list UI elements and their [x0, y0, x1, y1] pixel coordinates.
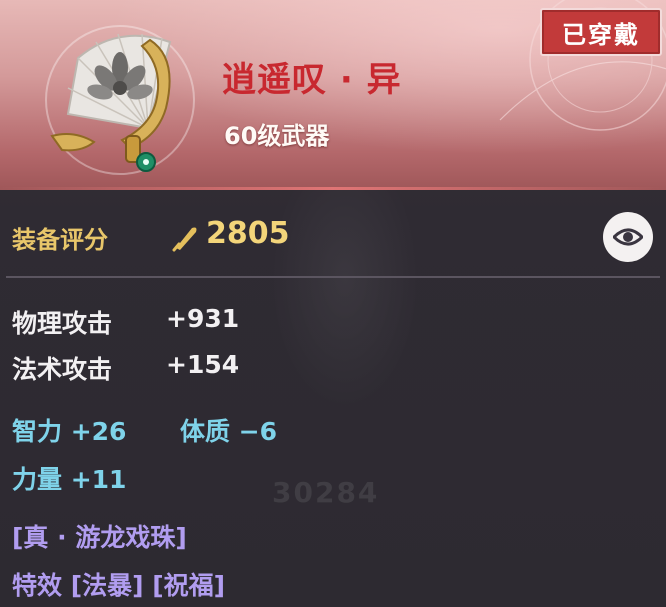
section-divider — [6, 276, 660, 278]
strength-stat: 力量 +11 — [12, 465, 127, 494]
equipped-status-badge: 已穿戴 — [540, 8, 662, 56]
fan-weapon-icon — [45, 25, 195, 175]
view-appearance-button[interactable] — [603, 212, 653, 262]
intelligence-stat: 智力 +26 — [12, 417, 127, 446]
background-faded-score: 30284 — [272, 476, 380, 509]
equipment-score-row: 装备评分 2805 — [12, 214, 662, 262]
physical-attack-value: +931 — [166, 304, 240, 333]
magic-attack-label: 法术攻击 — [12, 355, 113, 384]
eye-icon — [613, 228, 643, 246]
item-tooltip-panel: 逍遥叹 · 异 60级武器 已穿戴 30284 装备评分 2805 物理攻击 +… — [0, 0, 666, 607]
item-header: 逍遥叹 · 异 60级武器 已穿戴 — [0, 0, 666, 190]
constitution-stat: 体质 −6 — [180, 417, 278, 446]
score-value: 2805 — [206, 216, 290, 251]
score-label: 装备评分 — [12, 226, 108, 254]
item-level: 60级武器 — [224, 122, 330, 150]
special-effects: 特效 [法暴] [祝福] — [12, 571, 226, 600]
item-name: 逍遥叹 · 异 — [222, 60, 402, 100]
feather-pen-icon — [172, 227, 197, 252]
special-skill: [真 · 游龙戏珠] — [12, 523, 187, 552]
physical-attack-label: 物理攻击 — [12, 309, 113, 338]
magic-attack-value: +154 — [166, 350, 240, 379]
